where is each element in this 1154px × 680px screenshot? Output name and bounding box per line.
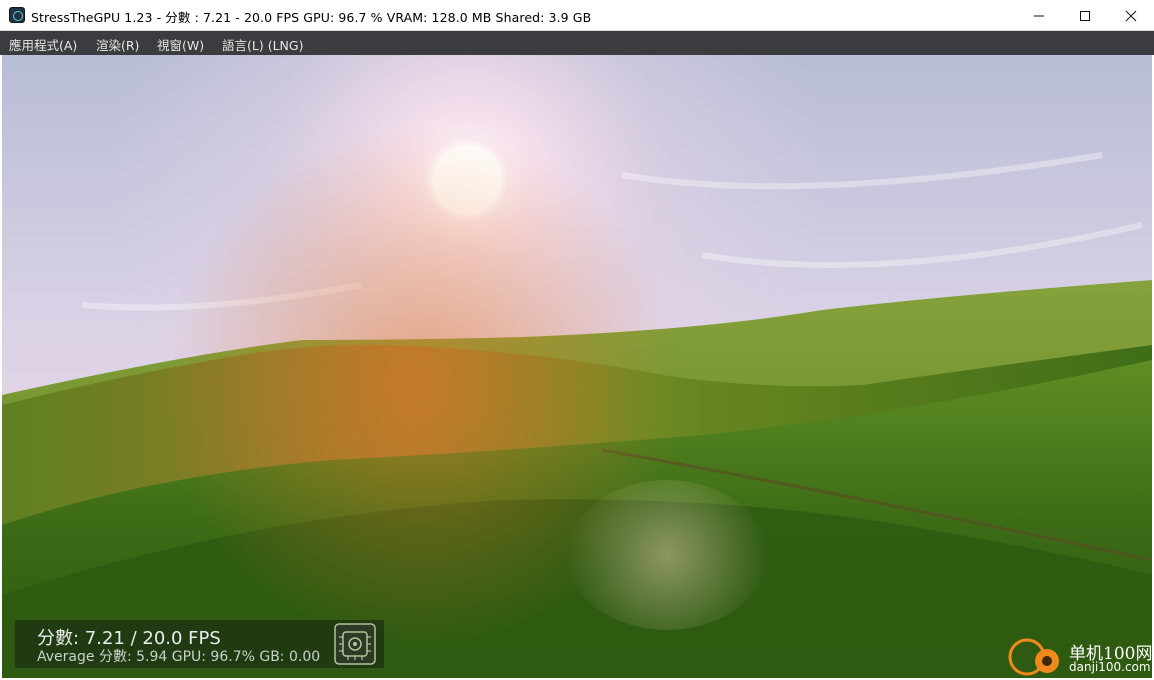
app-icon[interactable] <box>9 7 25 23</box>
menu-render[interactable]: 渲染(R) <box>96 35 139 54</box>
landscape-scene <box>2 55 1152 678</box>
menu-language[interactable]: 語言(L) (LNG) <box>222 35 303 54</box>
average-readout: Average 分數: 5.94 GPU: 96.7% GB: 0.00 <box>37 649 321 665</box>
window-title: StressTheGPU 1.23 - 分數 : 7.21 - 20.0 FPS… <box>31 10 592 25</box>
menu-bar: 應用程式(A) 渲染(R) 視窗(W) 語言(L) (LNG) <box>0 31 1154 55</box>
close-button[interactable] <box>1108 0 1154 31</box>
watermark-url: danji100.com <box>1069 660 1151 674</box>
minimize-icon <box>1034 15 1044 16</box>
maximize-button[interactable] <box>1062 0 1108 31</box>
title-bar[interactable]: StressTheGPU 1.23 - 分數 : 7.21 - 20.0 FPS… <box>0 0 1154 31</box>
app-window: StressTheGPU 1.23 - 分數 : 7.21 - 20.0 FPS… <box>0 0 1154 680</box>
close-icon <box>1125 10 1137 21</box>
menu-application[interactable]: 應用程式(A) <box>9 35 77 54</box>
minimize-button[interactable] <box>1016 0 1062 31</box>
maximize-icon <box>1080 10 1090 21</box>
render-viewport[interactable] <box>2 55 1152 678</box>
score-overlay: 分數: 7.21 / 20.0 FPS Average 分數: 5.94 GPU… <box>15 620 384 668</box>
menu-window[interactable]: 視窗(W) <box>157 35 204 54</box>
gpu-chip-icon <box>334 623 376 665</box>
